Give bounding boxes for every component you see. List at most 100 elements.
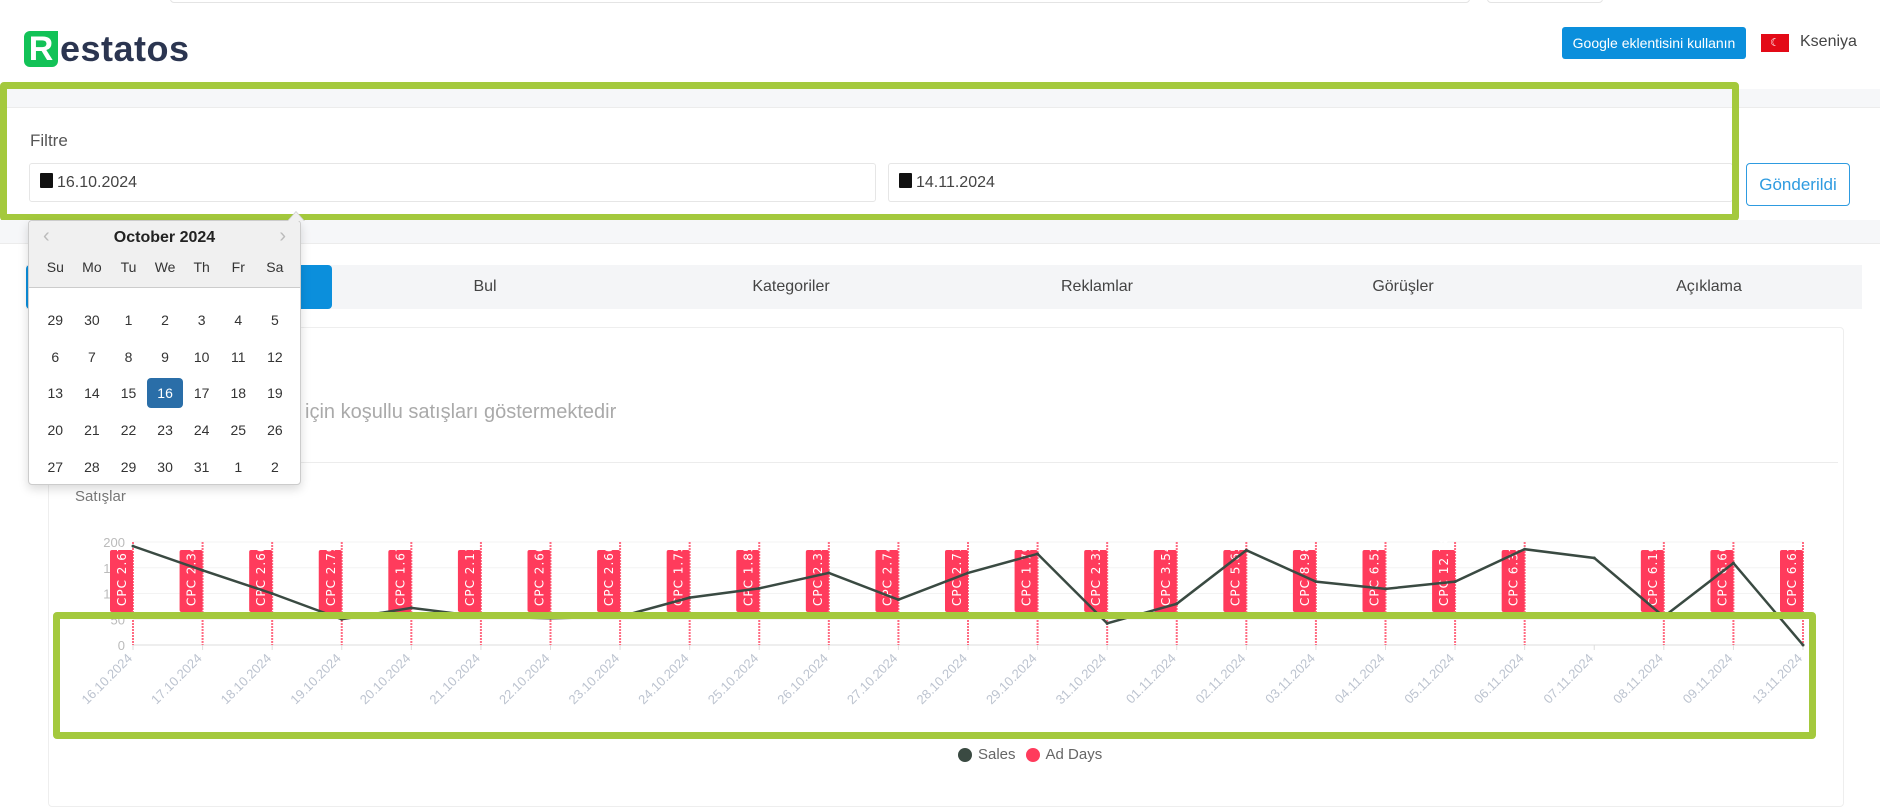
legend-ad-days-label[interactable]: Ad Days: [1046, 746, 1103, 763]
sales-point: [201, 568, 205, 572]
sales-point: [1592, 556, 1596, 560]
ad-day-label: CPC 2.66: [602, 543, 616, 606]
calendar-day[interactable]: 24: [183, 415, 220, 445]
calendar-day[interactable]: 2: [147, 305, 184, 335]
calendar-day[interactable]: 25: [220, 415, 257, 445]
submit-button[interactable]: Gönderildi: [1746, 163, 1850, 206]
weekday-label: Tu: [120, 259, 137, 275]
logo[interactable]: R estatos: [24, 28, 190, 69]
calendar-day[interactable]: 29: [37, 305, 74, 335]
calendar-day[interactable]: 17: [183, 378, 220, 408]
ad-day-label: CPC 1.79: [1020, 543, 1034, 606]
divider: [60, 462, 1838, 463]
calendar-day[interactable]: 28: [74, 452, 111, 482]
tab-bul[interactable]: Bul: [332, 265, 638, 309]
ad-day-label: CPC 2.32: [1089, 543, 1103, 606]
calendar-day[interactable]: 30: [147, 452, 184, 482]
calendar-day[interactable]: 30: [74, 305, 111, 335]
top-button[interactable]: [1487, 0, 1603, 3]
sales-point: [270, 592, 274, 595]
weekday-header: Su Mo Tu We Th Fr Sa: [37, 259, 293, 275]
calendar-day[interactable]: 26: [257, 415, 294, 445]
ad-day-label: CPC 6.19: [1646, 543, 1660, 606]
calendar-day[interactable]: 11: [220, 342, 257, 372]
ad-day-label: CPC 1.75: [672, 543, 686, 606]
ad-day-label: CPC 6.63: [1785, 543, 1799, 606]
weekday-label: Sa: [266, 259, 284, 275]
calendar-day[interactable]: 29: [110, 452, 147, 482]
calendar-week: 20 21 22 23 24 25 26: [37, 412, 300, 449]
ad-day-label: CPC 6.52: [1368, 543, 1382, 606]
calendar-day[interactable]: 2: [257, 452, 294, 482]
tab-bar: Bul Kategoriler Reklamlar Görüşler Açıkl…: [26, 265, 1862, 309]
ad-day-label: CPC 2.67: [115, 543, 129, 606]
calendar-day[interactable]: 7: [74, 342, 111, 372]
calendar-grid: 29 30 1 2 3 4 5 6 7 8 9 10 11 12 13 14 15 16 17 18 19 20 21 22 2…: [29, 288, 300, 485]
calendar-day[interactable]: 12: [257, 342, 294, 372]
popup-pointer: [287, 211, 305, 221]
calendar-day[interactable]: 9: [147, 342, 184, 372]
calendar-day[interactable]: 13: [37, 378, 74, 408]
highlight-box-chart-axis: [53, 612, 1816, 739]
logo-mark: R: [24, 31, 58, 67]
calendar-day[interactable]: 4: [220, 305, 257, 335]
calendar-day[interactable]: 15: [110, 378, 147, 408]
tab-gorusler[interactable]: Görüşler: [1250, 265, 1556, 309]
highlight-box-filter: [0, 82, 1739, 221]
legend-sales-label[interactable]: Sales: [978, 746, 1016, 763]
chart-legend: Sales Ad Days: [958, 746, 1102, 763]
google-extension-button[interactable]: Google eklentisini kullanın: [1562, 27, 1746, 59]
sales-point: [1523, 547, 1527, 551]
ad-day-label: CPC 1.67: [393, 543, 407, 606]
sales-point: [896, 598, 900, 602]
sales-point: [1731, 561, 1735, 565]
calendar-day[interactable]: 21: [74, 415, 111, 445]
calendar-day[interactable]: 6: [37, 342, 74, 372]
calendar-day[interactable]: 23: [147, 415, 184, 445]
calendar-day[interactable]: 16: [146, 378, 184, 409]
tab-kategoriler[interactable]: Kategoriler: [638, 265, 944, 309]
panel-subtitle: için koşullu satışları göstermektedir: [305, 401, 617, 423]
calendar-day[interactable]: 5: [257, 305, 294, 335]
calendar-day[interactable]: 22: [110, 415, 147, 445]
ad-day-label: CPC 3.54: [1159, 543, 1173, 606]
calendar-day[interactable]: 3: [183, 305, 220, 335]
calendar-day[interactable]: 31: [183, 452, 220, 482]
ad-day-label: CPC 2.66: [254, 543, 268, 606]
calendar-day[interactable]: 8: [110, 342, 147, 372]
tab-aciklama[interactable]: Açıklama: [1556, 265, 1862, 309]
calendar-day[interactable]: 27: [37, 452, 74, 482]
weekday-label: Mo: [82, 259, 102, 275]
ad-day-label: CPC 5.65: [1228, 543, 1242, 606]
legend-sales-dot[interactable]: [958, 747, 972, 762]
weekday-label: Th: [193, 259, 210, 275]
calendar-day[interactable]: 1: [220, 452, 257, 482]
weekday-label: Su: [46, 259, 64, 275]
sales-point: [1175, 602, 1179, 606]
calendar-day[interactable]: 18: [220, 378, 257, 408]
user-name[interactable]: Kseniya: [1800, 33, 1857, 51]
calendar-day[interactable]: 1: [110, 305, 147, 335]
ad-day-label: CPC 12.78: [1437, 535, 1451, 606]
sales-point: [688, 596, 692, 600]
weekday-label: We: [154, 259, 176, 275]
calendar-day[interactable]: 10: [183, 342, 220, 372]
sales-point: [966, 571, 970, 575]
ad-day-label: CPC 2.66: [533, 543, 547, 606]
calendar-day[interactable]: 14: [74, 378, 111, 408]
turkey-flag-icon[interactable]: ☾: [1761, 34, 1789, 52]
sales-point: [757, 586, 761, 590]
top-search-input[interactable]: [170, 0, 1470, 3]
ad-day-label: CPC 2.11: [463, 543, 477, 606]
calendar-day[interactable]: 19: [257, 378, 294, 408]
next-month-button[interactable]: ›: [279, 225, 286, 248]
logo-text: estatos: [60, 28, 190, 69]
month-title[interactable]: October 2024: [29, 229, 300, 247]
chart-title: Satışlar: [75, 488, 126, 505]
sales-point: [409, 606, 413, 610]
legend-ad-days-dot[interactable]: [1025, 747, 1040, 762]
tab-reklamlar[interactable]: Reklamlar: [944, 265, 1250, 309]
sales-point: [1036, 552, 1040, 556]
sales-point: [1314, 580, 1318, 584]
calendar-day[interactable]: 20: [37, 415, 74, 445]
